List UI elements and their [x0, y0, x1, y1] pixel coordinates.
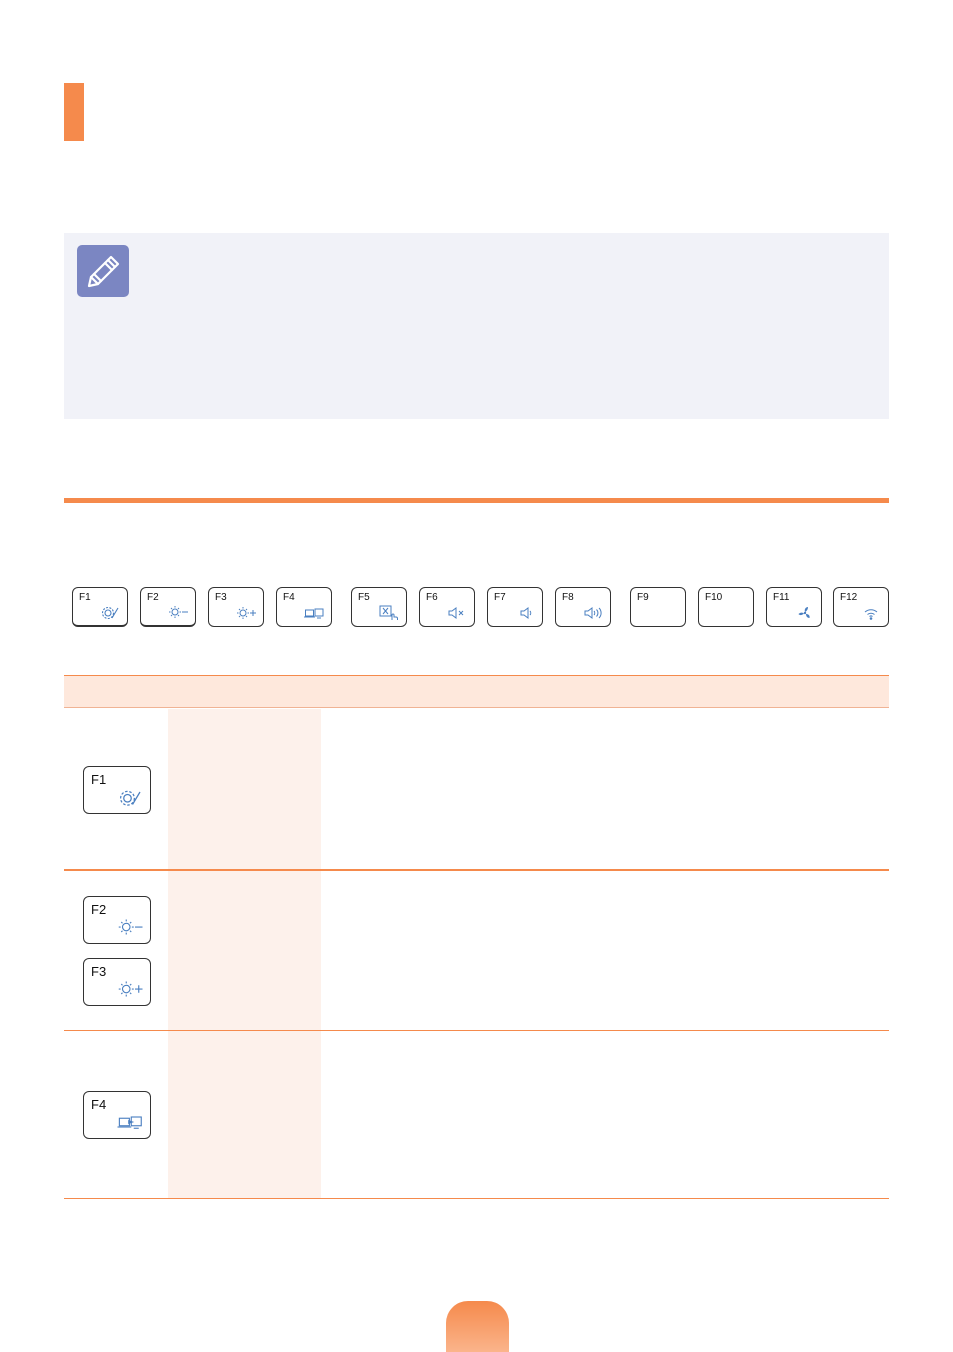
volume-down-icon — [520, 607, 532, 619]
section-divider — [64, 498, 889, 503]
key-f10: F10 — [698, 587, 754, 627]
display-switch-icon — [117, 1116, 142, 1129]
key-label: F11 — [773, 592, 790, 603]
key-label: F4 — [91, 1097, 107, 1112]
row-key-f2: F2 — [83, 896, 151, 944]
volume-up-icon — [584, 607, 602, 619]
key-label: F3 — [215, 592, 227, 603]
key-label: F12 — [840, 592, 858, 603]
brightness-up-icon — [118, 981, 143, 997]
row-divider — [64, 869, 889, 871]
key-label: F3 — [91, 964, 107, 979]
key-f2: F2 — [140, 587, 196, 627]
key-label: F1 — [79, 592, 91, 603]
touchpad-toggle-icon — [379, 605, 398, 620]
row-divider — [64, 1030, 889, 1031]
note-pencil-icon — [77, 245, 129, 297]
key-f8: F8 — [555, 587, 611, 627]
key-label: F5 — [358, 592, 370, 603]
brightness-up-icon — [237, 607, 256, 619]
key-label: F2 — [91, 902, 107, 917]
row-key-f4: F4 — [83, 1091, 151, 1139]
key-label: F1 — [91, 772, 107, 787]
brightness-down-icon — [118, 919, 143, 935]
table-bottom-border — [64, 1198, 889, 1199]
key-f7: F7 — [487, 587, 543, 627]
key-f4: F4 — [276, 587, 332, 627]
key-label: F9 — [637, 592, 649, 603]
settings-icon — [120, 790, 141, 806]
key-f9: F9 — [630, 587, 686, 627]
key-label: F8 — [562, 592, 574, 603]
brightness-down-icon — [169, 606, 188, 618]
key-label: F7 — [494, 592, 506, 603]
key-f1: F1 — [72, 587, 128, 627]
mute-icon — [448, 607, 464, 619]
page-number-tab — [446, 1301, 509, 1352]
table-header — [64, 675, 889, 708]
key-f5: F5 — [351, 587, 407, 627]
key-label: F6 — [426, 592, 438, 603]
key-f12: F12 — [833, 587, 889, 627]
table-column-shading — [168, 709, 321, 1199]
key-label: F4 — [283, 592, 295, 603]
title-accent-bar — [64, 83, 84, 141]
key-f3: F3 — [208, 587, 264, 627]
note-box — [64, 233, 889, 419]
row-key-f3: F3 — [83, 958, 151, 1006]
key-label: F10 — [705, 592, 723, 603]
fan-icon — [798, 607, 810, 618]
wireless-icon — [864, 609, 878, 620]
key-f11: F11 — [766, 587, 822, 627]
key-label: F2 — [147, 592, 159, 603]
row-key-f1: F1 — [83, 766, 151, 814]
key-f6: F6 — [419, 587, 475, 627]
display-switch-icon — [304, 608, 324, 619]
settings-icon — [101, 606, 119, 620]
